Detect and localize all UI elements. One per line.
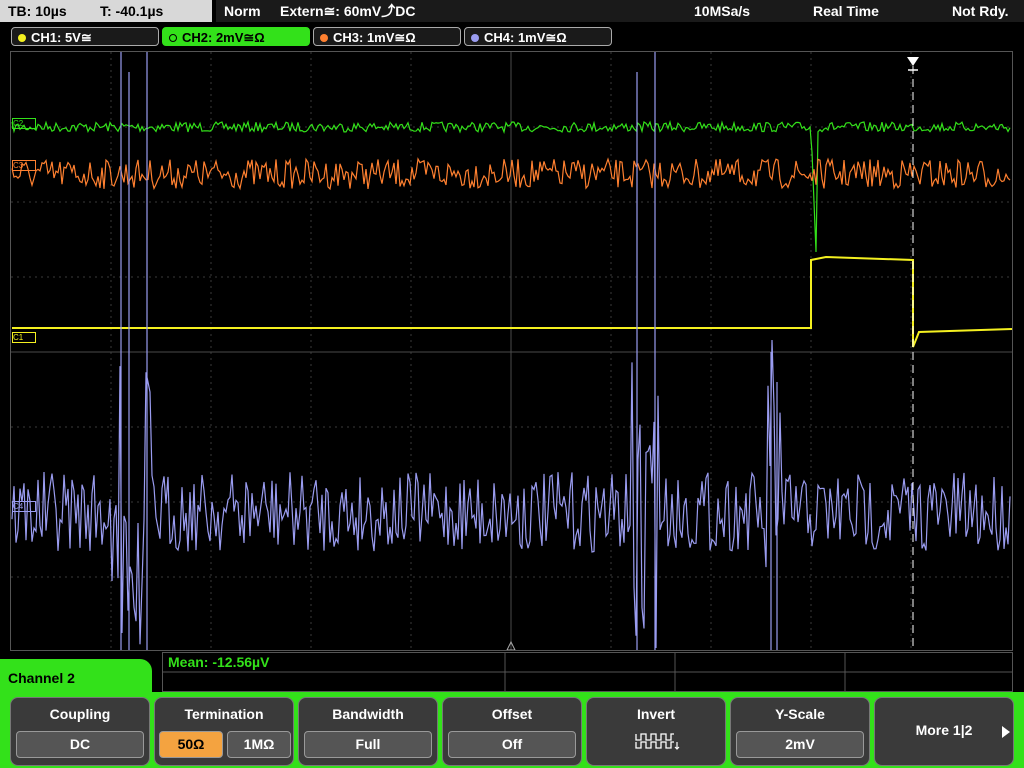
channel-menu-title-text: Channel 2 — [8, 670, 75, 686]
tab-ch2[interactable]: CH2: 2mV≅Ω — [162, 27, 310, 46]
tab-ch1-label: CH1: 5V≅ — [31, 30, 92, 45]
termination-title: Termination — [184, 706, 264, 722]
more-label: More 1|2 — [915, 722, 973, 738]
yscale-value[interactable]: 2mV — [736, 731, 864, 758]
coupling-value[interactable]: DC — [16, 731, 144, 758]
timebase-panel[interactable]: TB: 10µs T: -40.1µs — [0, 0, 212, 22]
ch1-waveform — [12, 255, 1012, 348]
yscale-title: Y-Scale — [775, 706, 825, 722]
yscale-softkey[interactable]: Y-Scale 2mV — [730, 697, 870, 766]
trigger-source[interactable]: Extern≅: 60mV⤴DC — [280, 0, 415, 22]
trigger-position-icon — [907, 57, 919, 66]
offset-title: Offset — [491, 706, 533, 722]
tab-ch2-label: CH2: 2mV≅Ω — [182, 30, 265, 45]
bandwidth-title: Bandwidth — [332, 706, 404, 722]
bandwidth-softkey[interactable]: Bandwidth Full — [298, 697, 438, 766]
status-bar: Norm Extern≅: 60mV⤴DC 10MSa/s Real Time … — [216, 0, 1024, 22]
coupling-softkey[interactable]: Coupling DC — [10, 697, 150, 766]
acquisition-mode[interactable]: Real Time — [813, 0, 879, 22]
ch4-offset-marker[interactable]: C4 — [12, 501, 36, 512]
invert-softkey[interactable]: Invert — [586, 697, 726, 766]
invert-title: Invert — [636, 706, 676, 722]
tab-ch3-label: CH3: 1mV≅Ω — [333, 30, 416, 45]
waveform-display[interactable]: C2 C3 C1 C4 — [10, 51, 1013, 651]
termination-softkey[interactable]: Termination 50Ω 1MΩ — [154, 697, 294, 766]
next-page-icon — [1002, 726, 1010, 738]
trigger-mode[interactable]: Norm — [224, 0, 261, 22]
tab-ch1[interactable]: CH1: 5V≅ — [11, 27, 159, 46]
offset-value[interactable]: Off — [448, 731, 576, 758]
invert-waveform-icon — [635, 733, 680, 750]
ch1-color-dot — [18, 34, 26, 42]
tab-ch4[interactable]: CH4: 1mV≅Ω — [464, 27, 612, 46]
mean-measurement: Mean: -12.56µV — [168, 654, 270, 670]
termination-50ohm-option[interactable]: 50Ω — [159, 731, 223, 758]
trigger-time-readout: T: -40.1µs — [100, 3, 164, 19]
ch2-color-dot — [169, 34, 177, 42]
bandwidth-value[interactable]: Full — [304, 731, 432, 758]
termination-1mohm-option[interactable]: 1MΩ — [227, 731, 291, 758]
tab-ch4-label: CH4: 1mV≅Ω — [484, 30, 567, 45]
coupling-title: Coupling — [49, 706, 111, 722]
more-softkey[interactable]: More 1|2 — [874, 697, 1014, 766]
timebase-readout: TB: 10µs — [8, 3, 67, 19]
offset-softkey[interactable]: Offset Off — [442, 697, 582, 766]
ready-state: Not Rdy. — [952, 3, 1009, 19]
ch2-offset-marker[interactable]: C2 — [12, 118, 36, 129]
ch3-color-dot — [320, 34, 328, 42]
ch4-color-dot — [471, 34, 479, 42]
ch1-offset-marker[interactable]: C1 — [12, 332, 36, 343]
tab-ch3[interactable]: CH3: 1mV≅Ω — [313, 27, 461, 46]
waveform-svg — [11, 52, 1012, 650]
ch3-offset-marker[interactable]: C3 — [12, 160, 36, 171]
sample-rate: 10MSa/s — [694, 3, 751, 19]
measurement-panel[interactable]: Mean: -12.56µV — [162, 652, 1013, 692]
